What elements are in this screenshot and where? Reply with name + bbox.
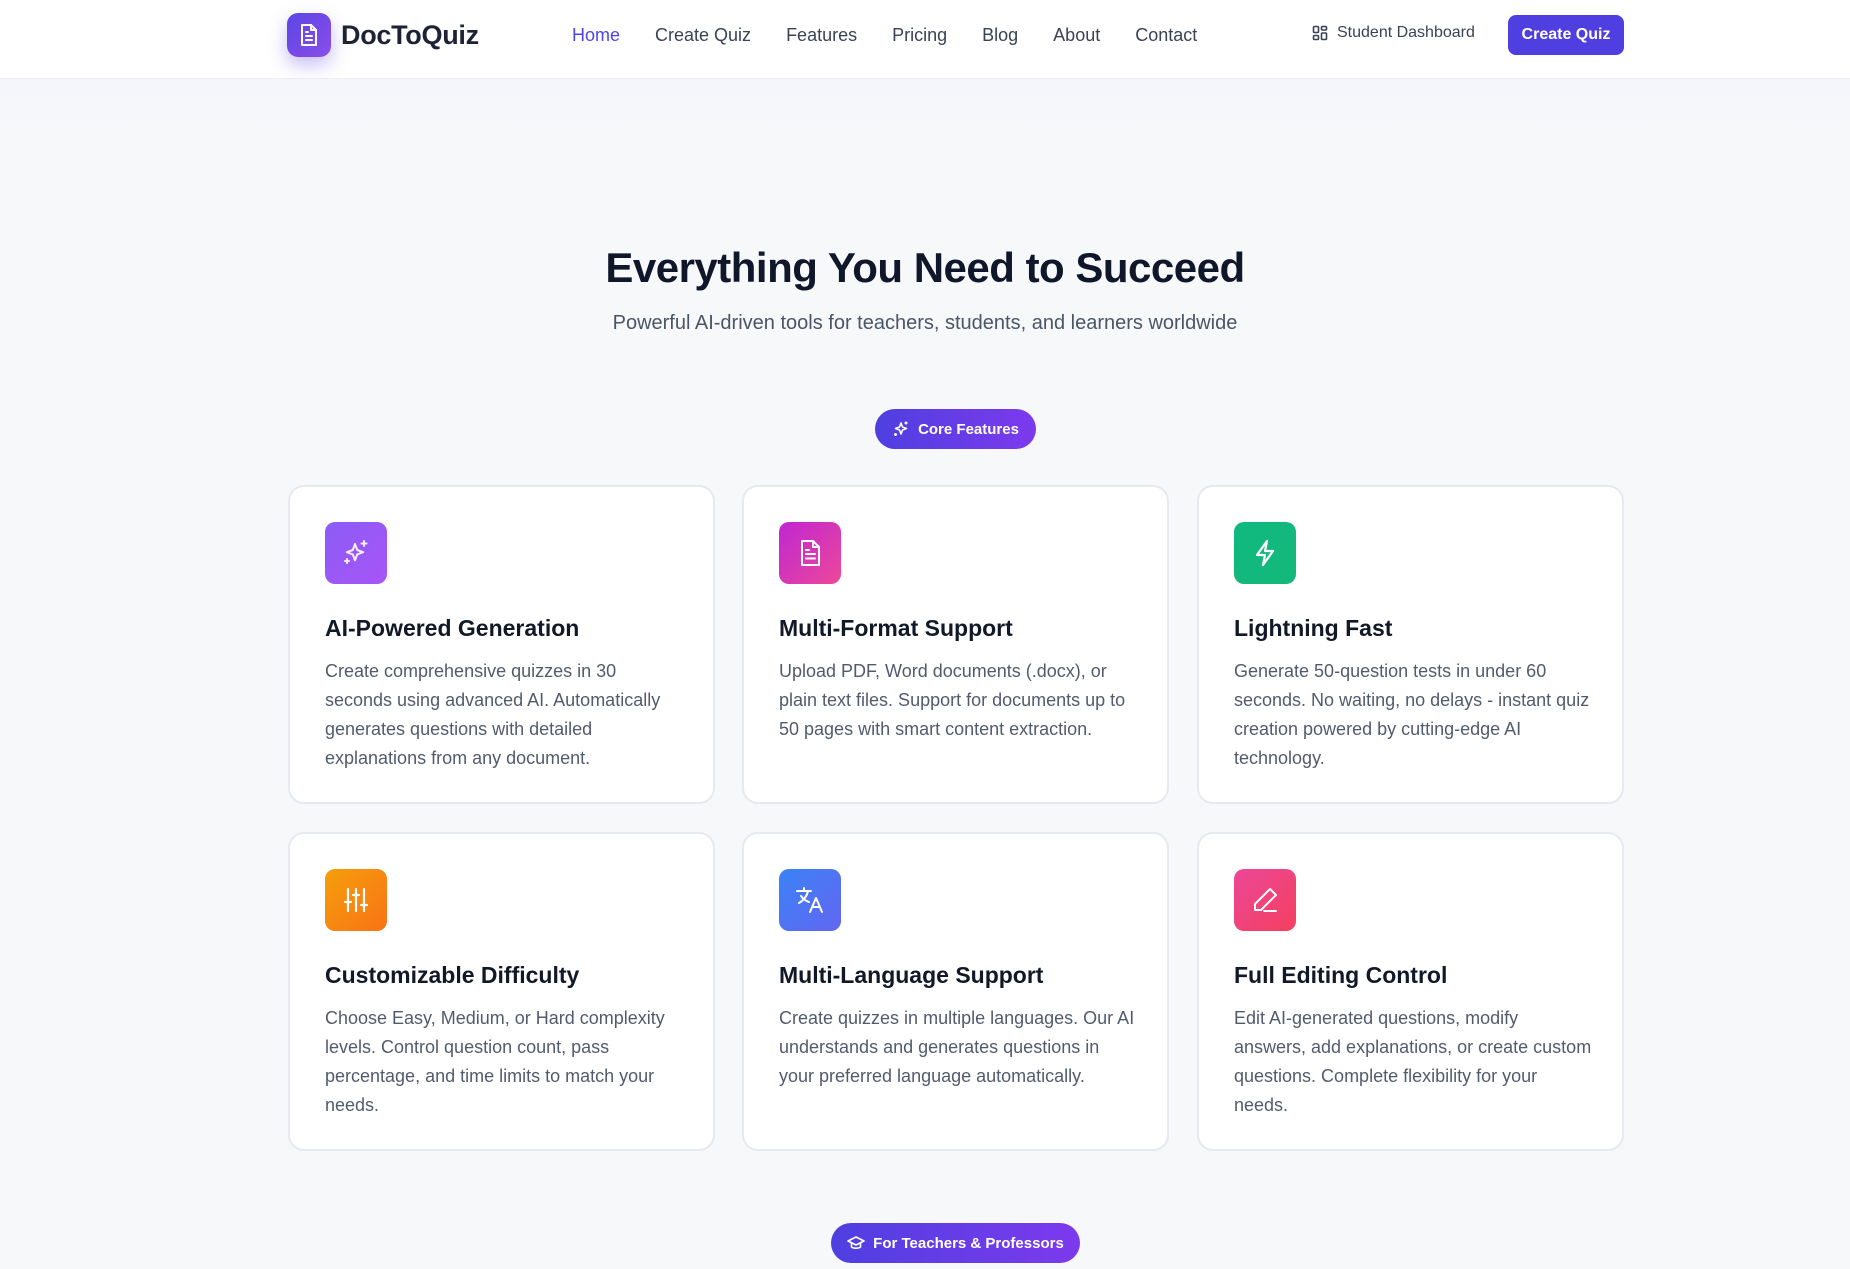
nav-contact[interactable]: Contact (1135, 22, 1197, 48)
create-quiz-button[interactable]: Create Quiz (1508, 15, 1624, 55)
student-dashboard-label: Student Dashboard (1337, 24, 1475, 41)
dashboard-grid-icon (1312, 25, 1328, 41)
nav-about[interactable]: About (1053, 22, 1100, 48)
sparkles-icon (894, 421, 908, 436)
nav-home[interactable]: Home (572, 22, 620, 48)
feature-card: Full Editing Control Edit AI-generated q… (1197, 832, 1624, 1151)
nav-pricing[interactable]: Pricing (892, 22, 947, 48)
core-features-badge: Core Features (875, 409, 1036, 449)
feature-card: Customizable Difficulty Choose Easy, Med… (288, 832, 715, 1151)
feature-title: Full Editing Control (1234, 962, 1448, 988)
section-title: Everything You Need to Succeed (605, 244, 1245, 291)
document-icon (287, 13, 331, 57)
sparkles-icon (325, 522, 387, 584)
nav-blog[interactable]: Blog (982, 22, 1018, 48)
core-features-label: Core Features (918, 420, 1019, 438)
feature-title: Multi-Format Support (779, 615, 1013, 641)
hero-bottom-band (0, 79, 1850, 141)
feature-description: Generate 50-question tests in under 60 s… (1234, 661, 1590, 768)
feature-description: Choose Easy, Medium, or Hard complexity … (325, 1008, 665, 1115)
student-dashboard-link[interactable]: Student Dashboard (1312, 24, 1475, 42)
nav-features[interactable]: Features (786, 22, 857, 48)
feature-description: Create quizzes in multiple languages. Ou… (779, 1008, 1135, 1086)
feature-description: Upload PDF, Word documents (.docx), or p… (779, 661, 1126, 739)
nav-create-quiz[interactable]: Create Quiz (655, 22, 751, 48)
file-text-icon (779, 522, 841, 584)
feature-card: Lightning Fast Generate 50-question test… (1197, 485, 1624, 804)
teachers-badge-label: For Teachers & Professors (873, 1234, 1064, 1252)
main-menu: Home Create Quiz Features Pricing Blog A… (572, 22, 1232, 48)
feature-title: Multi-Language Support (779, 962, 1044, 988)
feature-card: Multi-Language Support Create quizzes in… (742, 832, 1169, 1151)
brand-name: DocToQuiz (341, 19, 479, 50)
feature-description: Edit AI-generated questions, modify answ… (1234, 1008, 1592, 1115)
feature-title: Lightning Fast (1234, 615, 1393, 641)
teachers-badge: For Teachers & Professors (831, 1223, 1080, 1263)
feature-description: Create comprehensive quizzes in 30 secon… (325, 661, 661, 768)
feature-card: Multi-Format Support Upload PDF, Word do… (742, 485, 1169, 804)
section-subtitle: Powerful AI-driven tools for teachers, s… (612, 312, 1238, 334)
pencil-icon (1234, 869, 1296, 931)
sliders-icon (325, 869, 387, 931)
feature-title: AI-Powered Generation (325, 615, 580, 641)
feature-card: AI-Powered Generation Create comprehensi… (288, 485, 715, 804)
graduation-cap-icon (847, 1236, 865, 1249)
translate-icon (779, 869, 841, 931)
top-nav: DocToQuiz Home Create Quiz Features Pric… (0, 0, 1850, 79)
lightning-icon (1234, 522, 1296, 584)
brand-logo[interactable]: DocToQuiz (287, 13, 479, 57)
feature-title: Customizable Difficulty (325, 962, 580, 988)
